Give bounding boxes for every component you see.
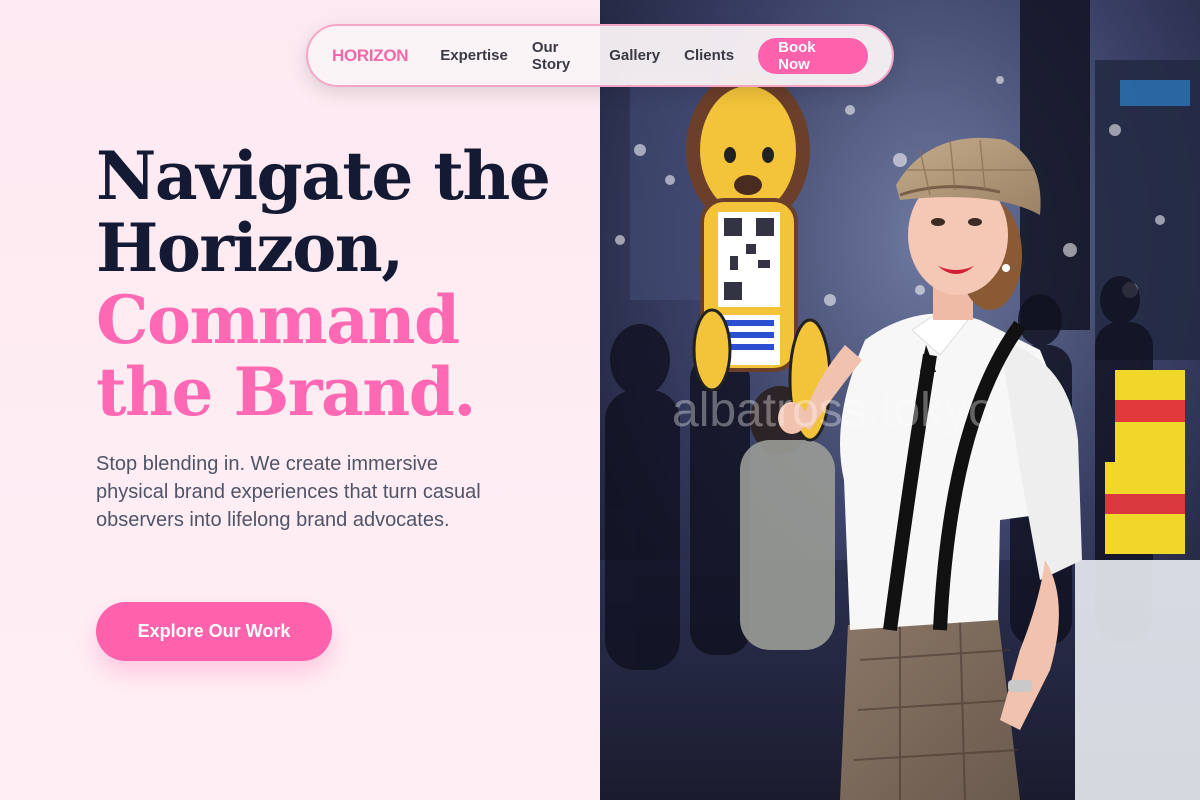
explore-our-work-button[interactable]: Explore Our Work xyxy=(96,602,332,661)
nav-links: Expertise Our Story Gallery Clients xyxy=(440,39,758,73)
nav-link-our-story[interactable]: Our Story xyxy=(532,39,585,73)
nav-link-clients[interactable]: Clients xyxy=(684,47,734,64)
hero-subtitle: Stop blending in. We create immersive ph… xyxy=(96,453,481,531)
brand-logo[interactable]: HORIZON xyxy=(332,46,409,66)
hero-title-line-4: the Brand. xyxy=(96,353,476,431)
top-navbar: HORIZON Expertise Our Story Gallery Clie… xyxy=(306,24,894,87)
hero-title-line-1: Navigate the xyxy=(96,137,551,215)
book-now-button[interactable]: Book Now xyxy=(758,37,868,74)
hero-title: Navigate the Horizon, Command the Brand. xyxy=(96,137,551,431)
photo-watermark: albatross.tokyo xyxy=(672,384,995,437)
hero-title-line-3: Command xyxy=(96,281,460,359)
hero-photo: albatross.tokyo xyxy=(600,0,1200,800)
nav-link-expertise[interactable]: Expertise xyxy=(440,47,508,64)
nav-link-gallery[interactable]: Gallery xyxy=(609,47,660,64)
hero-title-line-2: Horizon, xyxy=(96,209,404,287)
